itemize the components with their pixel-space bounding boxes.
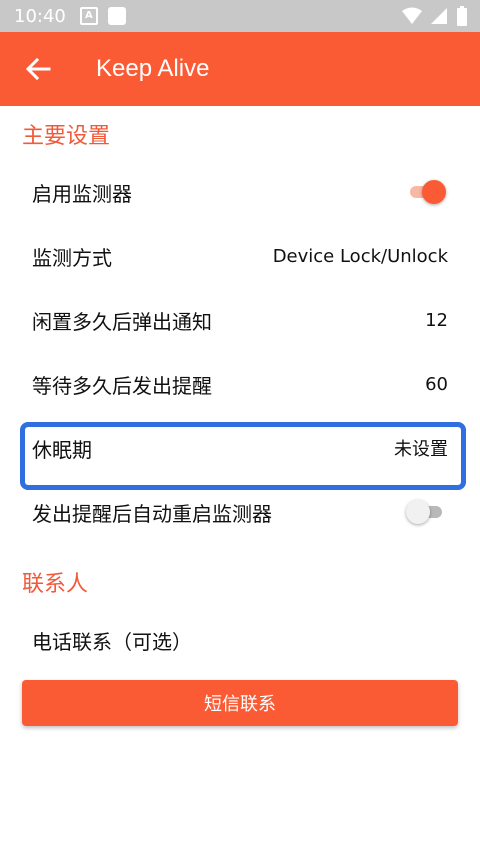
signal-icon — [431, 8, 447, 24]
setting-value: Device Lock/Unlock — [272, 245, 448, 267]
notification-square-icon — [107, 7, 126, 25]
setting-label: 电话联系（可选） — [32, 629, 192, 654]
setting-enable-monitor[interactable]: 启用监测器 — [0, 160, 480, 224]
section-title-contacts: 联系人 — [22, 572, 89, 597]
sms-contact-button[interactable]: 短信联系 — [22, 680, 458, 726]
section-title-main-settings: 主要设置 — [22, 124, 111, 149]
status-icons — [402, 6, 468, 26]
setting-value: 12 — [425, 309, 448, 331]
setting-auto-restart[interactable]: 发出提醒后自动重启监测器 — [0, 480, 480, 544]
status-time: 10:40 — [14, 5, 66, 27]
app-title: Keep Alive — [96, 55, 210, 82]
status-bar: 10:40 A — [0, 0, 480, 32]
setting-wait-alert[interactable]: 等待多久后发出提醒 60 — [0, 352, 480, 416]
enable-monitor-switch[interactable] — [408, 180, 446, 204]
setting-label: 发出提醒后自动重启监测器 — [32, 501, 272, 526]
setting-label: 监测方式 — [32, 245, 112, 270]
setting-phone-contact[interactable]: 电话联系（可选） — [0, 608, 480, 672]
setting-idle-notify[interactable]: 闲置多久后弹出通知 12 — [0, 288, 480, 352]
setting-label: 闲置多久后弹出通知 — [32, 309, 212, 334]
setting-value: 60 — [425, 373, 448, 395]
setting-sleep-period[interactable]: 休眠期 未设置 — [0, 416, 480, 480]
switch-thumb — [422, 180, 446, 204]
switch-thumb — [406, 500, 430, 524]
arrow-left-icon — [25, 57, 51, 81]
setting-label: 休眠期 — [32, 437, 92, 462]
setting-label: 启用监测器 — [32, 181, 132, 206]
wifi-icon — [402, 7, 422, 24]
back-button[interactable] — [10, 41, 66, 97]
setting-value: 未设置 — [394, 439, 448, 460]
app-bar: Keep Alive — [0, 32, 480, 106]
auto-restart-switch[interactable] — [406, 500, 444, 524]
notification-a-icon: A — [79, 7, 98, 25]
setting-monitor-method[interactable]: 监测方式 Device Lock/Unlock — [0, 224, 480, 288]
setting-label: 等待多久后发出提醒 — [32, 373, 212, 398]
battery-icon — [457, 6, 467, 26]
